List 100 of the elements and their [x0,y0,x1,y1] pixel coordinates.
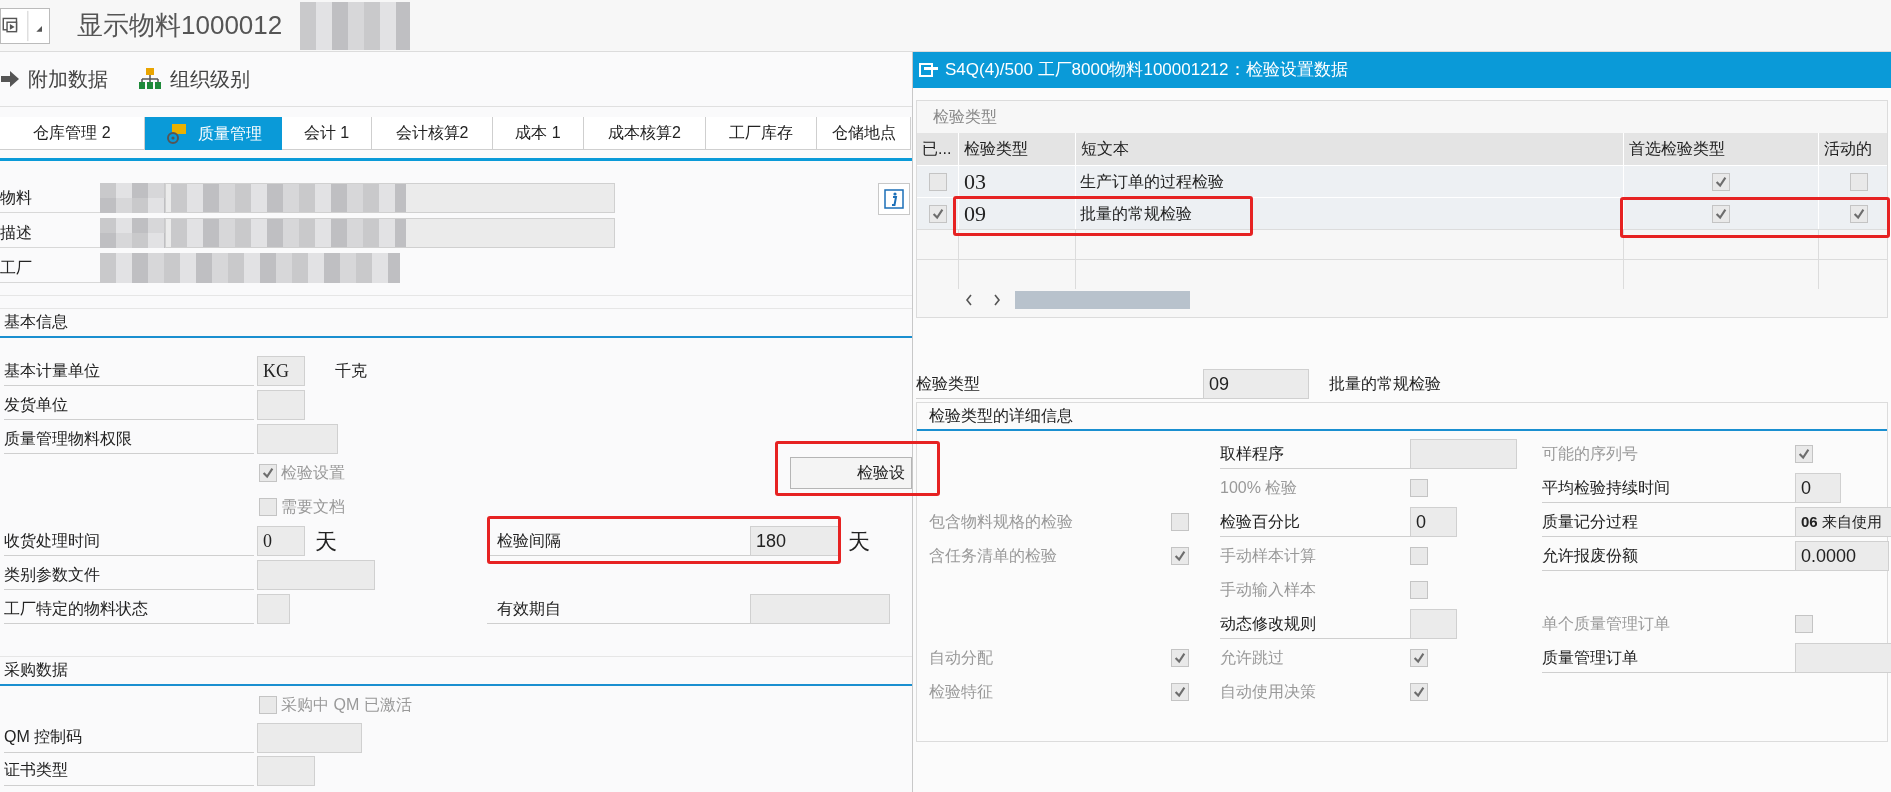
unit-text: 千克 [335,361,367,381]
checkbox-label: 单个质量管理订单 [1542,614,1671,634]
input-field[interactable]: KG [257,356,305,386]
input-field[interactable] [257,424,338,454]
blurred-patch [100,183,165,213]
input-field[interactable]: 0 [1410,507,1457,537]
checkbox[interactable] [1410,479,1428,497]
checkbox-label: 采购中 QM 已激活 [281,694,412,715]
field-label: 发货单位 [4,390,254,420]
checkbox[interactable] [259,498,277,516]
unit-text: 天 [315,527,337,556]
checkbox-label: 允许跳过 [1220,648,1285,668]
tab[interactable]: 仓库管理 2 [0,117,145,150]
checkbox[interactable] [1712,204,1730,223]
info-button[interactable] [878,183,910,215]
input-field[interactable] [257,594,290,624]
checkbox[interactable] [259,695,277,714]
checkbox[interactable] [928,172,947,191]
input-field[interactable] [257,560,375,590]
checkbox[interactable] [1171,683,1189,701]
tab[interactable]: 会计核算2 [372,117,493,150]
checkbox[interactable] [1171,513,1189,531]
table-cell-text: 09 [963,200,986,228]
checkbox-label: 100% 检验 [1220,478,1299,498]
tab[interactable]: 仓储地点 [817,117,911,150]
checkbox[interactable] [1410,581,1428,599]
field-label: 检验类型 [916,369,1203,399]
checkbox-label: 检验设置 [281,463,345,483]
inspection-setup-button[interactable]: 检验设 [790,457,912,489]
hierarchy-icon [138,67,162,91]
tab[interactable]: 成本核算2 [584,117,706,150]
arrow-icon [0,69,20,89]
field-label: 基本计量单位 [4,356,254,386]
field-label: 有效期自 [487,594,750,624]
blurred-patch [100,218,165,248]
checkbox[interactable] [1795,615,1813,633]
input-field[interactable] [1795,643,1891,673]
input-field[interactable] [165,218,615,248]
checkbox[interactable] [1849,172,1868,191]
checkbox-label: 检验特征 [929,682,994,702]
input-field[interactable] [257,722,362,753]
window-icon [919,62,939,78]
input-field[interactable] [257,755,315,786]
checkbox[interactable] [1171,547,1189,565]
checkbox-label: 手动样本计算 [1220,546,1317,566]
toolbar-button[interactable]: 组织级别 [138,64,250,94]
checkbox[interactable] [1410,683,1428,701]
dialog-title: S4Q(4)/500 工厂8000物料100001212：检验设置数据 [945,59,1348,82]
checkbox-label: 自动分配 [929,648,994,668]
field-label: 收货处理时间 [4,526,254,556]
chevron-left-icon[interactable] [965,294,973,306]
checkbox-label: 手动输入样本 [1220,580,1317,600]
group-title: 检验类型 [932,107,998,127]
gear-icon [165,122,188,145]
input-field[interactable]: 0 [257,526,305,556]
checkbox[interactable] [259,464,277,482]
field-label: 类别参数文件 [4,560,254,590]
field-text: 批量的常规检验 [1329,374,1441,394]
checkbox-label: 可能的序列号 [1542,444,1639,464]
toolbar-button[interactable]: 附加数据 [0,64,108,94]
field-label: 质量管理物料权限 [4,424,254,454]
checkbox[interactable] [1410,649,1428,667]
section-title: 检验类型的详细信息 [917,403,1887,431]
checkbox[interactable] [1712,172,1730,191]
menu-button[interactable] [0,7,50,44]
checkbox-label: 含任务清单的检验 [929,546,1058,566]
input-field[interactable] [1410,439,1517,469]
field-label: 检验间隔 [487,526,750,556]
input-field[interactable] [750,594,890,624]
section-title: 基本信息 [0,308,912,338]
checkbox[interactable] [1849,204,1868,223]
window-title: 显示物料1000012 [77,9,283,42]
input-field[interactable] [257,390,305,420]
checkbox[interactable] [1795,445,1813,463]
tab[interactable]: 工厂库存 [706,117,817,150]
section-title: 采购数据 [0,656,912,686]
checkbox[interactable] [928,204,947,223]
checkbox-label: 自动使用决策 [1220,682,1317,702]
checkbox[interactable] [1410,547,1428,565]
checkbox[interactable] [1171,649,1189,667]
checkbox-label: 包含物料规格的检验 [929,512,1074,532]
input-field[interactable]: 09 [1203,369,1309,399]
input-field[interactable]: 180 [750,526,840,556]
checkbox-label: 需要文档 [281,497,345,517]
input-field[interactable]: 06 来自使用 [1795,507,1891,537]
input-field[interactable] [165,183,615,213]
input-field[interactable]: 0 [1795,473,1841,503]
input-field[interactable]: 0.0000 [1795,541,1889,571]
table-cell-text: 批量的常规检验 [1079,203,1192,224]
scrollbar-thumb[interactable] [1015,291,1190,309]
tab[interactable]: 成本 1 [493,117,584,150]
table-cell-text: 生产订单的过程检验 [1079,171,1224,192]
unit-text: 天 [848,527,870,556]
field-label: 证书类型 [4,755,254,786]
field-label: 工厂特定的物料状态 [4,594,254,624]
table-cell-text: 03 [963,168,986,196]
input-field[interactable] [1410,609,1457,639]
chevron-right-icon[interactable] [993,294,1001,306]
field-label: QM 控制码 [4,722,254,753]
tab[interactable]: 会计 1 [282,117,372,150]
